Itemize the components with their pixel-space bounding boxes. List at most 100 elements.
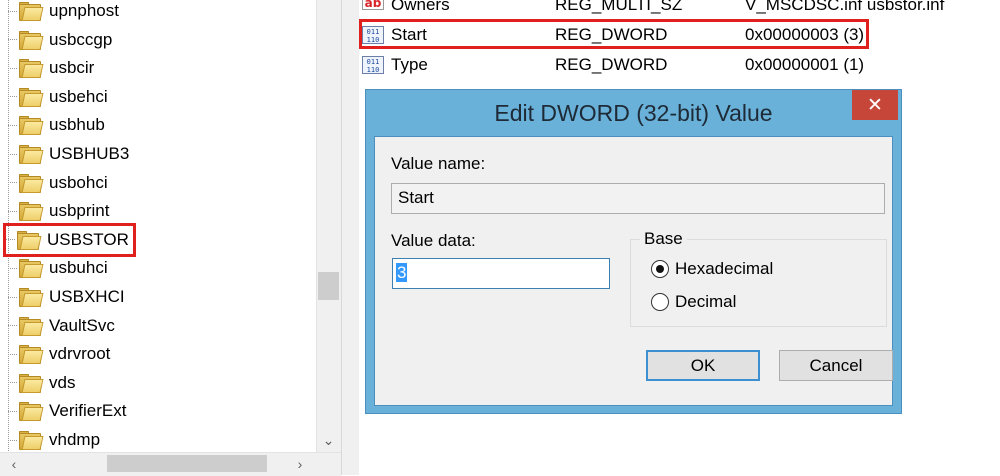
- tree-branch-line: [6, 239, 15, 241]
- folder-icon: [19, 202, 44, 222]
- value-type: REG_DWORD: [555, 55, 668, 74]
- scroll-left-arrow-icon[interactable]: ‹: [4, 452, 24, 475]
- tree-item[interactable]: VerifierExt: [8, 397, 126, 425]
- tree-item-label: VaultSvc: [49, 315, 115, 335]
- tree-branch-line: [8, 153, 17, 155]
- value-name-field: Start: [391, 183, 885, 214]
- value-name-label: Value name:: [391, 154, 486, 173]
- base-groupbox: [630, 239, 887, 327]
- value-row-type[interactable]: 011 110 Type REG_DWORD 0x00000001 (1): [359, 50, 1000, 80]
- tree-item[interactable]: usbhub: [8, 111, 105, 139]
- decimal-label: Decimal: [675, 292, 737, 311]
- tree-item-label: USBXHCI: [49, 287, 125, 306]
- scroll-down-arrow-icon[interactable]: ⌄: [316, 430, 341, 450]
- folder-icon: [19, 345, 44, 365]
- tree-item-label: usbohci: [49, 172, 108, 192]
- value-type: REG_MULTI_SZ: [555, 0, 683, 14]
- tree-vertical-scrollbar[interactable]: [316, 0, 342, 452]
- binary-value-icon: 011 110: [362, 56, 384, 74]
- tree-branch-line: [8, 96, 17, 98]
- folder-icon: [19, 30, 44, 50]
- tree-branch-line: [8, 10, 17, 12]
- tree-branch-line: [8, 382, 17, 384]
- start-row-highlight: [359, 19, 869, 49]
- tree-item[interactable]: usbehci: [8, 83, 108, 111]
- decimal-radio[interactable]: [651, 293, 669, 311]
- tree-branch-line: [8, 67, 17, 69]
- folder-icon: [19, 288, 44, 307]
- value-row-owners[interactable]: ab Owners REG_MULTI_SZ V_MSCDSC.inf usbs…: [359, 0, 1000, 20]
- folder-icon: [19, 173, 44, 193]
- dialog-title: Edit DWORD (32-bit) Value: [494, 100, 773, 126]
- folder-icon: [19, 316, 44, 336]
- decimal-option[interactable]: Decimal: [651, 292, 736, 312]
- tree-item-label: vhdmp: [49, 430, 101, 449]
- value-name: Owners: [391, 0, 450, 14]
- value-data: V_MSCDSC.inf usbstor.inf: [745, 0, 945, 14]
- tree-item-label: usbcir: [49, 58, 95, 78]
- tree-item[interactable]: usbohci: [8, 169, 108, 197]
- folder-icon: [19, 87, 44, 107]
- value-data-input[interactable]: 3: [392, 258, 610, 289]
- tree-horizontal-scroll-thumb[interactable]: [107, 455, 267, 472]
- tree-item[interactable]: usbccgp: [8, 26, 112, 54]
- folder-icon: [19, 2, 44, 21]
- ok-button[interactable]: OK: [646, 350, 760, 381]
- tree-item[interactable]: VaultSvc: [8, 312, 115, 340]
- tree-item-label: vds: [49, 372, 76, 392]
- folder-icon: [19, 373, 44, 393]
- tree-branch-line: [8, 182, 17, 184]
- tree-item-selected[interactable]: USBSTOR: [3, 222, 136, 257]
- tree-item[interactable]: USBXHCI: [8, 283, 125, 311]
- tree-item[interactable]: vhdmp: [8, 426, 100, 454]
- tree-branch-line: [8, 210, 17, 212]
- hexadecimal-label: Hexadecimal: [675, 259, 774, 278]
- value-data-selection: 3: [396, 263, 408, 282]
- hexadecimal-option[interactable]: Hexadecimal: [651, 259, 773, 279]
- tree-item[interactable]: usbcir: [8, 54, 94, 82]
- folder-icon: [19, 145, 44, 164]
- base-label: Base: [640, 229, 687, 249]
- tree-branch-line: [8, 296, 17, 298]
- string-value-icon: ab: [361, 0, 385, 14]
- tree-item[interactable]: usbprint: [8, 197, 109, 225]
- close-icon[interactable]: ✕: [852, 90, 898, 120]
- folder-icon: [19, 259, 44, 279]
- value-data: 0x00000001 (1): [745, 55, 865, 74]
- tree-item[interactable]: vdrvroot: [8, 340, 110, 368]
- tree-item-label: VerifierExt: [49, 401, 127, 421]
- cancel-button[interactable]: Cancel: [779, 350, 893, 381]
- tree-vertical-scroll-thumb[interactable]: [318, 272, 339, 300]
- tree-branch-line: [8, 439, 17, 441]
- tree-item-label: usbuhci: [49, 258, 108, 278]
- tree-item[interactable]: vds: [8, 369, 75, 397]
- folder-icon: [19, 116, 44, 136]
- tree-item-label: usbhub: [49, 115, 105, 135]
- tree-item-label: upnphost: [49, 1, 119, 20]
- value-data-label: Value data:: [391, 231, 476, 250]
- folder-icon: [19, 431, 44, 450]
- tree-item[interactable]: USBHUB3: [8, 140, 129, 168]
- tree-item-label: USBHUB3: [49, 144, 130, 163]
- tree-item[interactable]: usbuhci: [8, 254, 108, 282]
- tree-branch-line: [8, 267, 17, 269]
- tree-branch-line: [8, 325, 17, 327]
- tree-item-label: usbehci: [49, 86, 108, 106]
- tree-branch-line: [8, 353, 17, 355]
- edit-dword-dialog: Edit DWORD (32-bit) Value ✕ Value name: …: [365, 89, 902, 414]
- tree-item-label: USBSTOR: [47, 229, 129, 249]
- scroll-right-arrow-icon[interactable]: ›: [290, 452, 310, 475]
- folder-icon: [17, 230, 42, 250]
- tree-item-label: vdrvroot: [49, 344, 111, 364]
- tree-item-label: usbccgp: [49, 29, 113, 49]
- tree-branch-line: [8, 124, 17, 126]
- registry-key-tree[interactable]: upnphost usbccgp usbcir usbehci usbhub USBHUB…: [0, 0, 341, 475]
- pane-splitter[interactable]: [341, 0, 360, 475]
- value-name: Type: [391, 55, 428, 74]
- tree-branch-line: [8, 39, 17, 41]
- hexadecimal-radio[interactable]: [651, 260, 669, 278]
- tree-item[interactable]: upnphost: [8, 0, 119, 25]
- tree-branch-line: [8, 410, 17, 412]
- dialog-body: Value name: Start Value data: 3 Base Hex…: [374, 136, 893, 406]
- folder-icon: [19, 402, 44, 422]
